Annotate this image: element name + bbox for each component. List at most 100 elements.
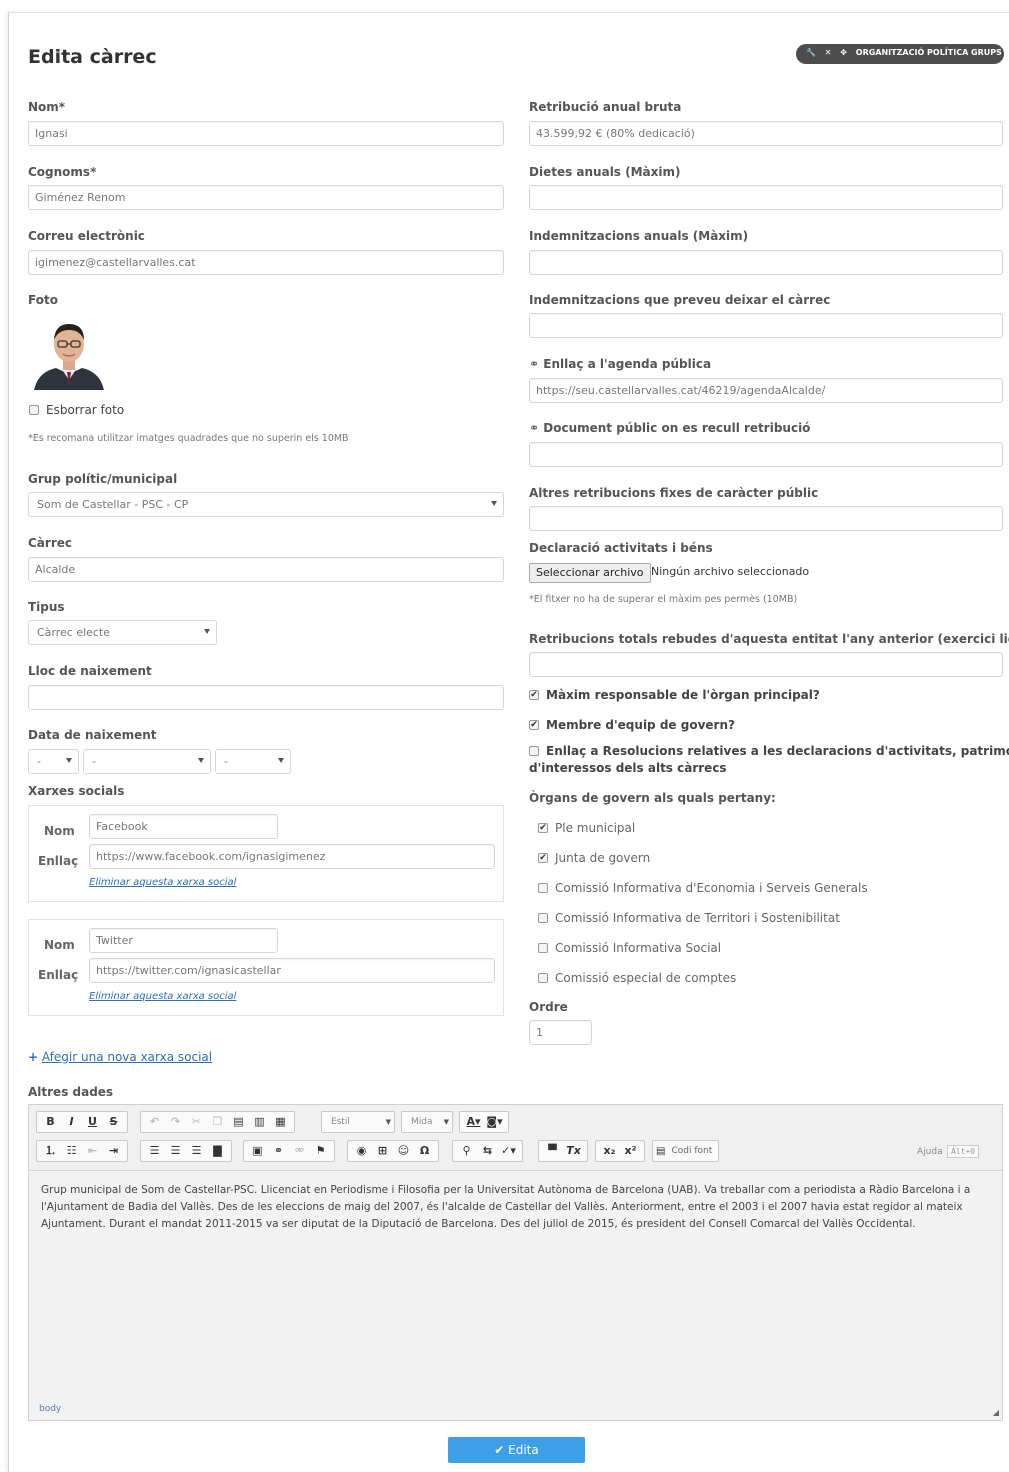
replace-icon[interactable]: ⇆ [477, 1142, 498, 1160]
editor-path[interactable]: body [39, 1404, 61, 1414]
anchor-flag-icon[interactable]: ⚑ [310, 1142, 331, 1160]
source-button[interactable]: ▤ Codi font [652, 1140, 720, 1162]
text-color-icon[interactable]: A▾ [463, 1113, 484, 1131]
align-center-icon[interactable]: ☰ [165, 1142, 186, 1160]
estil-combo[interactable]: Estil ▼ [321, 1111, 395, 1133]
omega-icon[interactable]: Ω [414, 1142, 435, 1160]
align-left-icon[interactable]: ☰ [144, 1142, 165, 1160]
flash-icon[interactable]: ◉ [351, 1142, 372, 1160]
edita-button[interactable]: ✔ Edita [448, 1437, 585, 1463]
social-url-input[interactable]: https://www.facebook.com/ignasigimenez [89, 844, 495, 869]
format-painter-icon[interactable]: ▀ [542, 1142, 563, 1160]
day-select[interactable]: - [28, 749, 79, 774]
organ-checkbox[interactable] [538, 973, 548, 983]
source-icon: ▤ [656, 1145, 666, 1157]
bg-color-icon[interactable]: ◙▾ [484, 1113, 505, 1131]
dietes-input[interactable] [529, 185, 1003, 210]
smiley-icon[interactable]: ☺ [393, 1142, 414, 1160]
tipus-select[interactable]: Càrrec electe [28, 620, 217, 645]
enllac-resolucions-checkbox[interactable] [529, 746, 539, 756]
align-justify-icon[interactable]: ▇ [207, 1142, 228, 1160]
underline-button[interactable]: U [82, 1113, 103, 1131]
cognoms-input[interactable]: Giménez Renom [28, 185, 504, 210]
estil-label: Estil [331, 1117, 350, 1127]
strike-button[interactable]: S [103, 1113, 124, 1131]
chevron-down-icon [204, 629, 210, 634]
maxim-checkbox[interactable]: ✔ [529, 690, 539, 700]
align-right-icon[interactable]: ☰ [186, 1142, 207, 1160]
organ-checkbox[interactable] [538, 913, 548, 923]
resize-handle-icon[interactable]: ◢ [993, 1408, 999, 1417]
move-icon[interactable]: ✥ [840, 48, 847, 57]
admin-pill[interactable]: 🔧 ✕ ✥ ORGANITZACIÓ POLÍTICA GRUPS [796, 44, 1004, 64]
month-select[interactable]: - [83, 749, 211, 774]
nom-input[interactable]: Ignasi [28, 121, 504, 146]
paste-text-icon[interactable]: ▥ [249, 1113, 270, 1131]
image-icon[interactable]: ▣ [247, 1142, 268, 1160]
link-icon[interactable]: ⚭ [268, 1142, 289, 1160]
chevron-down-icon: ▼ [385, 1118, 391, 1126]
outdent-icon[interactable]: ⇤ [82, 1142, 103, 1160]
organ-checkbox[interactable] [538, 883, 548, 893]
rich-text-editor[interactable]: B I U S ↶ ↷ ✂ ❐ ▤ ▥ ▦ Estil ▼ Mida ▼ A▾ … [28, 1104, 1003, 1421]
copy-icon[interactable]: ❐ [207, 1113, 228, 1131]
esborrar-foto-checkbox[interactable] [29, 405, 39, 415]
subscript-icon[interactable]: x₂ [599, 1142, 620, 1160]
bullet-list-icon[interactable]: ☷ [61, 1142, 82, 1160]
grup-select[interactable]: Som de Castellar - PSC - CP [28, 492, 504, 517]
social-url-input[interactable]: https://twitter.com/ignasicastellar [89, 958, 495, 983]
correu-input[interactable]: igimenez@castellarvalles.cat [28, 250, 504, 275]
agenda-input[interactable]: https://seu.castellarvalles.cat/46219/ag… [529, 378, 1003, 403]
document-input[interactable] [529, 442, 1003, 467]
source-label: Codi font [671, 1146, 713, 1156]
altres-retribucions-input[interactable] [529, 506, 1003, 531]
table-icon[interactable]: ⊞ [372, 1142, 393, 1160]
social-nom-input[interactable]: Facebook [89, 814, 278, 839]
foto-note: *Es recomana utilitzar imatges quadrades… [28, 433, 349, 444]
editor-content[interactable]: Grup municipal de Som de Castellar-PSC. … [41, 1182, 991, 1233]
numbered-list-icon[interactable]: ⒈ [40, 1142, 61, 1160]
search-icon[interactable]: ⚲ [456, 1142, 477, 1160]
indemnitzacions-deixar-input[interactable] [529, 313, 1003, 338]
ordre-input[interactable]: 1 [529, 1020, 592, 1045]
remove-format-icon[interactable]: Tx [563, 1142, 584, 1160]
paste-icon[interactable]: ▤ [228, 1113, 249, 1131]
carrec-input[interactable]: Alcalde [28, 557, 504, 582]
cut-icon[interactable]: ✂ [186, 1113, 207, 1131]
paste-word-icon[interactable]: ▦ [270, 1113, 291, 1131]
close-icon[interactable]: ✕ [825, 48, 832, 57]
remove-social-link[interactable]: Eliminar aquesta xarxa social [89, 991, 236, 1002]
mida-combo[interactable]: Mida ▼ [401, 1111, 453, 1133]
page-title: Edita càrrec [28, 46, 157, 68]
ordre-label: Ordre [529, 1000, 568, 1014]
organ-checkbox[interactable] [538, 943, 548, 953]
year-select[interactable]: - [215, 749, 291, 774]
wrench-icon[interactable]: 🔧 [806, 48, 816, 57]
declaracio-note: *El fitxer no ha de superar el màxim pes… [529, 594, 798, 605]
altres-retribucions-label: Altres retribucions fixes de caràcter pú… [529, 486, 819, 500]
superscript-icon[interactable]: x² [620, 1142, 641, 1160]
indent-icon[interactable]: ⇥ [103, 1142, 124, 1160]
undo-icon[interactable]: ↶ [144, 1113, 165, 1131]
unlink-icon[interactable]: ⚮ [289, 1142, 310, 1160]
membre-checkbox[interactable]: ✔ [529, 720, 539, 730]
organ-checkbox[interactable]: ✔ [538, 823, 548, 833]
italic-button[interactable]: I [61, 1113, 82, 1131]
file-select-button[interactable]: Seleccionar archivo [529, 563, 651, 583]
redo-icon[interactable]: ↷ [165, 1113, 186, 1131]
add-social-button[interactable]: + Afegir una nova xarxa social [28, 1050, 212, 1064]
retribucio-input[interactable]: 43.599,92 € (80% dedicació) [529, 121, 1003, 146]
organ-checkbox[interactable]: ✔ [538, 853, 548, 863]
spellcheck-icon[interactable]: ✓▾ [498, 1142, 519, 1160]
carrec-label: Càrrec [28, 536, 72, 550]
maxim-label: Màxim responsable de l'òrgan principal? [546, 688, 820, 702]
social-nom-input[interactable]: Twitter [89, 928, 278, 953]
retribucions-totals-input[interactable] [529, 652, 1003, 677]
editor-toolbar: B I U S ↶ ↷ ✂ ❐ ▤ ▥ ▦ Estil ▼ Mida ▼ A▾ … [29, 1105, 1002, 1171]
remove-social-link[interactable]: Eliminar aquesta xarxa social [89, 877, 236, 888]
link-icon: ⚭ [529, 421, 540, 435]
indemnitzacions-input[interactable] [529, 250, 1003, 275]
dietes-label: Dietes anuals (Màxim) [529, 165, 681, 179]
bold-button[interactable]: B [40, 1113, 61, 1131]
lloc-input[interactable] [28, 685, 504, 710]
